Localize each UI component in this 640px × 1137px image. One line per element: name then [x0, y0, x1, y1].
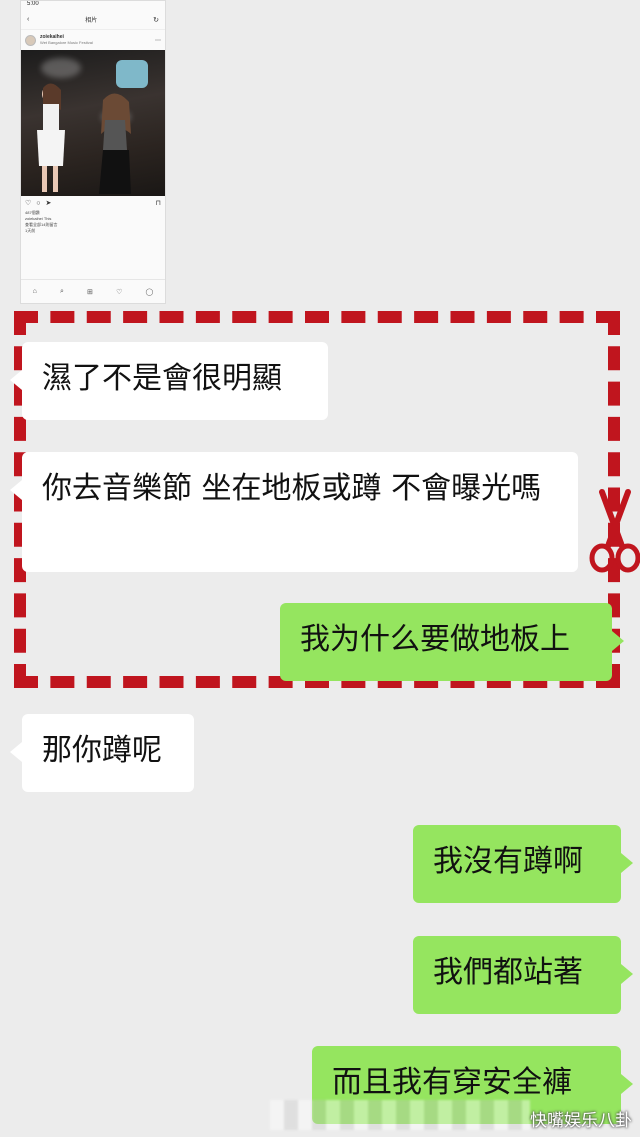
- scissors-icon: [589, 489, 640, 573]
- home-icon[interactable]: ⌂: [33, 288, 37, 295]
- send-icon[interactable]: ➤: [46, 199, 52, 207]
- post-header: zoiekaihei Wet Bangalore Music Festival …: [21, 30, 165, 50]
- water-gun-prop: [116, 60, 148, 88]
- person-right-figure: [99, 93, 131, 194]
- avatar: [25, 34, 36, 46]
- refresh-icon: ↻: [153, 16, 159, 24]
- message-incoming[interactable]: 那你蹲呢: [10, 714, 194, 792]
- post-location: Wet Bangalore Music Festival: [40, 40, 93, 45]
- message-outgoing[interactable]: 我为什么要做地板上: [280, 603, 624, 681]
- message-outgoing[interactable]: 我沒有蹲啊: [413, 825, 633, 903]
- post-actions: ♡ ○ ➤ ⊓: [21, 196, 165, 210]
- profile-icon[interactable]: ◯: [146, 288, 154, 296]
- comment-icon[interactable]: ○: [36, 200, 40, 207]
- activity-icon[interactable]: ♡: [116, 288, 122, 296]
- add-icon[interactable]: ⊞: [87, 288, 93, 296]
- embedded-screenshot[interactable]: 5:00 ‹ 相片 ↻ zoiekaihei Wet Bangalore Mus…: [20, 0, 166, 304]
- message-incoming[interactable]: 濕了不是會很明顯: [10, 342, 328, 420]
- post-time: 1天前: [25, 228, 36, 233]
- person-left-figure: [37, 83, 65, 192]
- watermark: 快嘴娱乐八卦: [530, 1111, 632, 1131]
- post-photo: [21, 50, 165, 196]
- back-icon: ‹: [27, 16, 30, 23]
- heart-icon[interactable]: ♡: [25, 199, 31, 207]
- more-icon: ⋯: [155, 37, 161, 44]
- message-incoming[interactable]: 你去音樂節 坐在地板或蹲 不會曝光嗎: [10, 452, 578, 572]
- screenshot-topbar: ‹ 相片 ↻: [21, 10, 165, 30]
- screenshot-title: 相片: [85, 18, 98, 24]
- search-icon[interactable]: ⌕: [60, 288, 64, 296]
- blurred-artifact: [270, 1100, 530, 1130]
- message-outgoing[interactable]: 我們都站著: [413, 936, 633, 1014]
- screenshot-tabbar: ⌂ ⌕ ⊞ ♡ ◯: [21, 279, 165, 303]
- status-time: 5:00: [27, 1, 39, 7]
- bookmark-icon[interactable]: ⊓: [156, 199, 161, 207]
